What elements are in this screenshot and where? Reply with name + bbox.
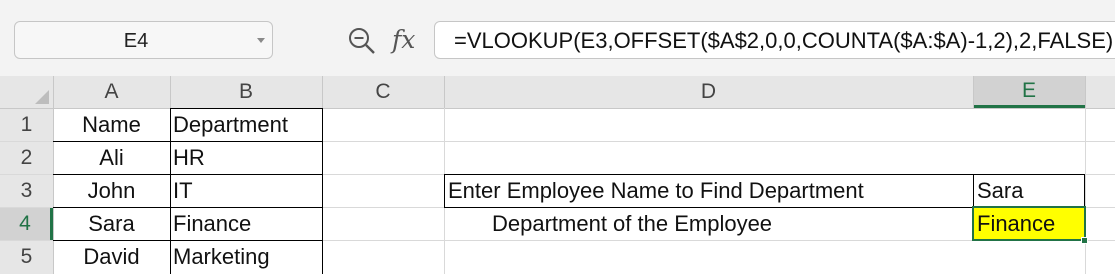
cell-d4[interactable]: Department of the Employee [444,207,973,240]
lookup-border [1084,174,1085,207]
lookup-border [973,174,974,207]
cell-b4[interactable]: Finance [170,207,322,240]
column-header-a[interactable]: A [53,76,170,108]
column-header-b[interactable]: B [170,76,322,108]
formula-input[interactable]: =VLOOKUP(E3,OFFSET($A$2,0,0,COUNTA($A:$A… [434,21,1115,59]
table-border [170,108,171,274]
select-all-triangle-icon [35,90,49,104]
lookup-border [444,174,445,207]
select-all-corner[interactable] [0,76,53,108]
column-header-d[interactable]: D [444,76,973,108]
cell-b2[interactable]: HR [170,141,322,174]
cell-b5[interactable]: Marketing [170,240,322,274]
table-border [170,108,322,109]
cell-d3[interactable]: Enter Employee Name to Find Department [444,174,973,207]
row-header-4[interactable]: 4 [0,207,53,240]
cell-a3[interactable]: John [53,174,170,207]
formula-toolbar: E4 fx =VLOOKUP(E3,OFFSET($A$2,0,0,COUNTA… [0,0,1115,76]
name-box[interactable]: E4 [14,21,273,59]
gridline [973,76,974,108]
row-header-2[interactable]: 2 [0,141,53,174]
fill-handle[interactable] [1081,237,1088,244]
cell-a2[interactable]: Ali [53,141,170,174]
gridline [1085,108,1086,274]
cell-selection [972,206,1086,241]
cell-a4[interactable]: Sara [53,207,170,240]
zoom-icon[interactable] [347,26,377,56]
column-header-e[interactable]: E [973,76,1085,108]
column-header-c[interactable]: C [322,76,444,108]
cell-a1[interactable]: Name [53,108,170,141]
row-header-3[interactable]: 3 [0,174,53,207]
lookup-border [444,174,1085,175]
column-header-f[interactable] [1085,76,1115,108]
cell-e3[interactable]: Sara [973,174,1085,207]
table-border [53,141,322,142]
row-header-1[interactable]: 1 [0,108,53,141]
gridline [322,76,323,108]
table-border [53,174,322,175]
row-header-5[interactable]: 5 [0,240,53,274]
name-box-value: E4 [123,30,149,52]
gridline [170,76,171,108]
function-icon[interactable]: fx [392,22,422,58]
formula-text: =VLOOKUP(E3,OFFSET($A$2,0,0,COUNTA($A:$A… [454,28,1114,53]
table-border [53,207,322,208]
gridline [444,76,445,108]
cell-b3[interactable]: IT [170,174,322,207]
table-border [322,108,323,274]
cell-a5[interactable]: David [53,240,170,274]
gridline [1085,76,1086,108]
chevron-down-icon[interactable] [257,38,265,43]
table-border [53,240,322,241]
cell-b1[interactable]: Department [170,108,322,141]
